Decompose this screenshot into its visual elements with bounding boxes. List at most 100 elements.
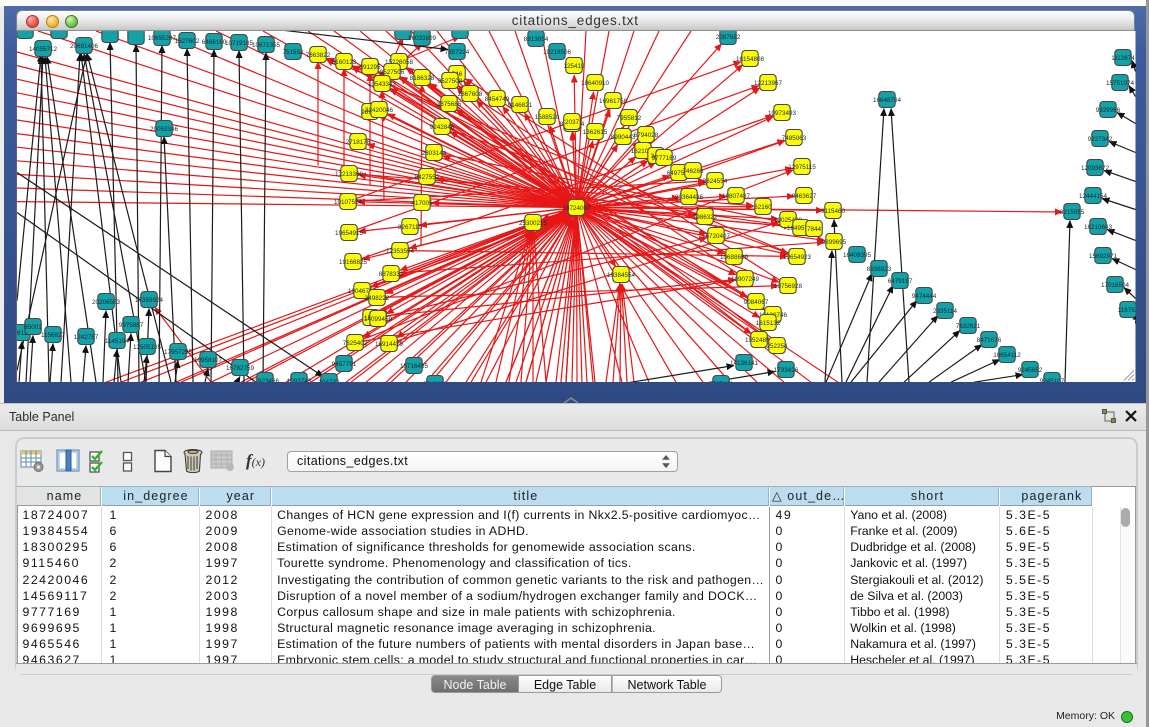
svg-text:8160123: 8160123 xyxy=(332,58,357,65)
svg-text:9457791: 9457791 xyxy=(332,360,357,367)
svg-text:20206563: 20206563 xyxy=(92,298,120,305)
svg-text:16782759: 16782759 xyxy=(226,364,254,371)
svg-text:116753: 116753 xyxy=(1118,306,1136,313)
svg-text:12093872: 12093872 xyxy=(1081,164,1109,171)
svg-text:3875685: 3875685 xyxy=(437,100,462,107)
svg-text:19756928: 19756928 xyxy=(774,282,802,289)
svg-text:7357224: 7357224 xyxy=(445,48,470,55)
svg-text:20691406: 20691406 xyxy=(70,42,98,49)
svg-text:9146821: 9146821 xyxy=(508,101,533,108)
svg-text:10654112: 10654112 xyxy=(993,351,1021,358)
svg-text:6466160: 6466160 xyxy=(202,38,227,45)
svg-text:7986322: 7986322 xyxy=(693,213,718,220)
svg-text:8427552: 8427552 xyxy=(415,173,440,180)
svg-text:14055712: 14055712 xyxy=(29,45,57,52)
svg-text:8186328: 8186328 xyxy=(410,74,435,81)
svg-text:104732: 104732 xyxy=(319,378,340,381)
svg-text:8878332: 8878332 xyxy=(379,270,404,277)
svg-text:12975115: 12975115 xyxy=(788,163,816,170)
svg-text:1615132: 1615132 xyxy=(756,319,781,326)
svg-text:746266: 746266 xyxy=(683,167,704,174)
svg-text:15692971: 15692971 xyxy=(1089,252,1117,259)
svg-text:9527506: 9527506 xyxy=(380,68,405,75)
svg-text:9115460: 9115460 xyxy=(821,207,845,214)
svg-text:8471676: 8471676 xyxy=(977,336,1002,343)
svg-text:12213369: 12213369 xyxy=(335,170,363,177)
svg-text:10655287: 10655287 xyxy=(148,34,176,41)
svg-text:12353594: 12353594 xyxy=(386,247,414,254)
svg-text:3498222: 3498222 xyxy=(365,294,390,301)
svg-text:1093743: 1093743 xyxy=(287,377,312,381)
svg-text:6479197: 6479197 xyxy=(888,277,913,284)
svg-text:1362615: 1362615 xyxy=(583,128,608,135)
svg-text:19654923: 19654923 xyxy=(783,253,811,260)
svg-text:8215955: 8215955 xyxy=(1060,208,1085,215)
svg-text:19654915: 19654915 xyxy=(335,229,363,236)
svg-text:18907249: 18907249 xyxy=(731,275,759,282)
svg-text:1156827: 1156827 xyxy=(41,331,65,338)
svg-text:15720407: 15720407 xyxy=(702,232,730,239)
svg-text:12923466: 12923466 xyxy=(251,377,279,381)
svg-text:16914479: 16914479 xyxy=(375,340,403,347)
svg-text:1145194: 1145194 xyxy=(105,337,129,344)
svg-text:9329966: 9329966 xyxy=(1096,106,1121,113)
svg-text:9474444: 9474444 xyxy=(912,292,937,299)
svg-text:2087682: 2087682 xyxy=(716,33,741,40)
svg-text:417005: 417005 xyxy=(412,199,433,206)
svg-text:8990443: 8990443 xyxy=(611,133,636,140)
svg-text:16210643: 16210643 xyxy=(1084,223,1112,230)
svg-text:12444154: 12444154 xyxy=(1079,192,1107,199)
svg-text:1733426: 1733426 xyxy=(774,366,799,373)
svg-text:20364436: 20364436 xyxy=(675,193,703,200)
svg-text:18640910: 18640910 xyxy=(581,79,609,86)
svg-text:10671355: 10671355 xyxy=(252,41,280,48)
svg-text:9777169: 9777169 xyxy=(652,154,677,161)
svg-text:9245652: 9245652 xyxy=(1018,366,1043,373)
svg-text:9242848: 9242848 xyxy=(430,123,455,130)
svg-text:3624554: 3624554 xyxy=(703,177,728,184)
svg-text:10973493: 10973493 xyxy=(768,109,796,116)
svg-text:2037: 2037 xyxy=(565,118,579,125)
svg-text:10719185: 10719185 xyxy=(225,39,253,46)
svg-text:8267110: 8267110 xyxy=(398,223,422,230)
svg-text:10107554: 10107554 xyxy=(334,198,362,205)
svg-text:9527508: 9527508 xyxy=(438,77,463,84)
svg-text:7663822: 7663822 xyxy=(306,51,331,58)
svg-text:7844: 7844 xyxy=(807,225,821,232)
svg-text:14136141: 14136141 xyxy=(730,359,758,366)
svg-text:2803144: 2803144 xyxy=(422,149,447,156)
svg-text:17359924: 17359924 xyxy=(135,296,163,303)
svg-text:15751074: 15751074 xyxy=(1106,79,1134,86)
svg-text:1112674: 1112674 xyxy=(1111,54,1135,61)
svg-text:6794028: 6794028 xyxy=(634,131,659,138)
svg-text:891295: 891295 xyxy=(360,63,381,70)
svg-text:18724007: 18724007 xyxy=(563,204,591,211)
svg-text:10807487: 10807487 xyxy=(722,192,750,199)
svg-text:751552: 751552 xyxy=(283,48,304,55)
svg-text:1588520: 1588520 xyxy=(535,113,560,120)
svg-text:10543342: 10543342 xyxy=(368,80,396,87)
svg-text:9245107: 9245107 xyxy=(1040,377,1065,381)
svg-text:62160: 62160 xyxy=(754,203,772,210)
svg-text:9227342: 9227342 xyxy=(1088,135,1113,142)
svg-text:17957255: 17957255 xyxy=(164,348,192,355)
svg-text:8813054: 8813054 xyxy=(524,35,549,42)
svg-text:7955812: 7955812 xyxy=(617,114,642,121)
svg-text:20053346: 20053346 xyxy=(150,125,178,132)
svg-text:7625402: 7625402 xyxy=(343,339,368,346)
svg-text:9975887: 9975887 xyxy=(119,321,144,328)
svg-text:19166825: 19166825 xyxy=(339,258,367,265)
svg-text:2935114: 2935114 xyxy=(933,307,957,314)
svg-text:2243413: 2243413 xyxy=(423,380,448,381)
svg-text:16961758: 16961758 xyxy=(599,97,627,104)
svg-text:14099459: 14099459 xyxy=(364,315,392,322)
svg-text:17016504: 17016504 xyxy=(1101,281,1129,288)
svg-text:12213967: 12213967 xyxy=(754,79,782,86)
svg-text:2867608: 2867608 xyxy=(458,90,483,97)
svg-text:22420046: 22420046 xyxy=(365,106,393,113)
svg-text:7485063: 7485063 xyxy=(782,134,807,141)
svg-text:9463627: 9463627 xyxy=(792,192,817,199)
svg-text:16409395: 16409395 xyxy=(843,251,871,258)
svg-text:9084067: 9084067 xyxy=(744,298,769,305)
svg-text:9899695: 9899695 xyxy=(822,238,847,245)
